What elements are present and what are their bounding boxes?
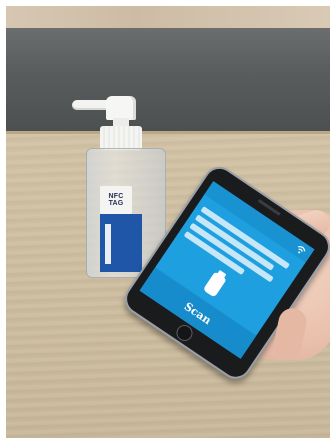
bottle-label-text: NFC TAG [108,193,124,207]
pump-head [106,96,136,120]
wifi-icon [298,246,306,254]
pump-cap [100,126,142,150]
photo: NFC TAG Scan [6,6,330,438]
bottle-label-stripe [105,224,111,264]
